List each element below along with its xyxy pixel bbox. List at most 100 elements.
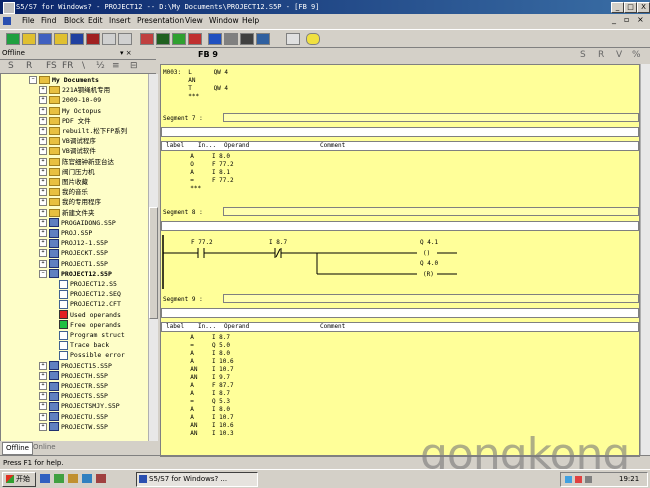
tab-slash[interactable]: \ <box>82 61 85 71</box>
expand-icon[interactable]: + <box>39 86 47 95</box>
tree-item[interactable]: + PROJECTH.S5P <box>39 371 108 381</box>
mode-v[interactable]: V <box>616 50 622 60</box>
print-icon[interactable] <box>70 33 84 45</box>
expand-icon[interactable]: + <box>39 422 47 431</box>
menu-edit[interactable]: Edit <box>88 16 103 25</box>
expand-icon[interactable]: + <box>39 382 47 390</box>
save-icon[interactable] <box>38 33 52 45</box>
tree-item[interactable]: + 阀门压力机 <box>39 167 95 177</box>
expand-icon[interactable]: + <box>39 229 47 237</box>
balance-icon[interactable] <box>240 33 254 45</box>
tree-item[interactable]: + 图片收藏 <box>39 177 88 187</box>
task-button[interactable]: S5/S7 for Windows? ... <box>136 472 258 487</box>
tree-item[interactable]: + 新建文件夹 <box>39 208 95 218</box>
tree-item[interactable]: + 我的专用程序 <box>39 197 101 207</box>
tree-item[interactable]: − PROJECT12.S5P <box>39 269 112 279</box>
help-icon[interactable] <box>306 33 320 45</box>
expand-icon[interactable]: + <box>39 249 47 258</box>
tab-s[interactable]: S <box>8 61 14 71</box>
tray-volume-icon[interactable] <box>585 476 592 483</box>
tab-half[interactable]: ½ <box>96 61 105 71</box>
expand-icon[interactable]: + <box>39 198 47 207</box>
expand-icon[interactable]: + <box>39 137 47 146</box>
project-tree[interactable]: − My Documents +221A钢绳机专用 +2009-10-09 + My Oc… <box>0 74 149 455</box>
expand-icon[interactable]: + <box>39 127 47 135</box>
tree-item[interactable]: + VB调试软件 <box>39 146 96 156</box>
start-button[interactable]: 开始 <box>2 472 36 487</box>
tab-r[interactable]: R <box>26 61 32 71</box>
cut-icon[interactable] <box>86 33 100 45</box>
menu-insert[interactable]: Insert <box>109 16 131 25</box>
tree-item[interactable]: Free operands <box>59 320 121 330</box>
mdi-close-icon[interactable]: × <box>637 15 644 24</box>
maximize-button[interactable]: □ <box>624 2 637 13</box>
menu-presentation[interactable]: Presentation <box>137 16 184 25</box>
expand-icon[interactable]: + <box>39 402 47 411</box>
tree-item[interactable]: + PROJECTR.S5P <box>39 381 108 391</box>
tab-offline[interactable]: Offline <box>2 442 33 455</box>
tree-item[interactable]: Trace back <box>59 340 109 350</box>
tree-item[interactable]: Used operands <box>59 310 121 320</box>
expand-icon[interactable]: + <box>39 361 47 370</box>
segment-7-title[interactable] <box>223 113 639 122</box>
quicklaunch-folder-icon[interactable] <box>68 474 78 483</box>
tree-item[interactable]: Possible error <box>59 350 125 360</box>
tree-item[interactable]: + PROJECKT.S5P <box>39 248 108 258</box>
menu-block[interactable]: Block <box>64 16 84 25</box>
tab-fs[interactable]: FS <box>46 61 57 71</box>
code-editor[interactable]: M003: L QW 4 AN T QW 4 *** Segment 7 : l… <box>160 64 640 457</box>
paste-icon[interactable] <box>118 33 132 45</box>
tree-item[interactable]: + PROJECTW.S5P <box>39 422 108 432</box>
tree-item[interactable]: + 陈官细钟新亚台达 <box>39 157 114 167</box>
compare-icon[interactable] <box>224 33 238 45</box>
mode-percent[interactable]: % <box>632 50 641 60</box>
tree-item[interactable]: + PROJECT1.S5P <box>39 259 108 269</box>
quicklaunch-ie-icon[interactable] <box>40 474 50 483</box>
quicklaunch-desktop-icon[interactable] <box>54 474 64 483</box>
panel-controls[interactable]: ▾ × <box>120 47 132 59</box>
mode-r[interactable]: R <box>598 50 604 60</box>
transfer-icon[interactable] <box>208 33 222 45</box>
tree-item[interactable]: + PROJECTS.S5P <box>39 391 108 401</box>
mode-s[interactable]: S <box>580 50 586 60</box>
expand-icon[interactable]: + <box>39 412 47 421</box>
expand-icon[interactable]: − <box>39 269 47 278</box>
tab-list[interactable]: ≡ <box>112 61 120 71</box>
tray-app-icon[interactable] <box>575 476 582 483</box>
tree-item[interactable]: + PROJ12-1.S5P <box>39 238 108 248</box>
minimize-button[interactable]: _ <box>611 2 624 13</box>
copy-icon[interactable] <box>102 33 116 45</box>
tree-item[interactable]: + PROJ.S5P <box>39 228 92 238</box>
expand-icon[interactable]: + <box>39 371 47 380</box>
expand-icon[interactable]: + <box>39 167 47 176</box>
expand-icon[interactable]: + <box>39 218 47 227</box>
tab-tree[interactable]: ⊟ <box>130 61 138 71</box>
segment-8-title[interactable] <box>223 207 639 216</box>
expand-icon[interactable]: + <box>39 147 47 156</box>
tree-item[interactable]: + PROJECTU.S5P <box>39 412 108 422</box>
quicklaunch-app-icon[interactable] <box>82 474 92 483</box>
tree-item[interactable]: + VB调试程序 <box>39 136 96 146</box>
folder-icon[interactable] <box>54 33 68 45</box>
tree-item[interactable]: PROJECT12.CFT <box>59 299 121 309</box>
reference-icon[interactable] <box>256 33 270 45</box>
segment-9-comment[interactable] <box>161 308 639 318</box>
doc-icon[interactable] <box>3 17 11 25</box>
expand-icon[interactable]: + <box>39 116 47 125</box>
close-button[interactable]: X <box>637 2 650 13</box>
monitor-icon[interactable] <box>156 33 170 45</box>
expand-icon[interactable]: + <box>39 392 47 401</box>
mail-icon[interactable] <box>286 33 300 45</box>
segment-7-comment[interactable] <box>161 127 639 137</box>
tree-item[interactable]: PROJECT12.SEQ <box>59 289 121 299</box>
menu-window[interactable]: Window <box>209 16 239 25</box>
tree-item[interactable]: +221A钢绳机专用 <box>39 85 110 95</box>
block-tab[interactable]: FB 9 <box>198 50 218 59</box>
menu-file[interactable]: File <box>22 16 35 25</box>
plc-icon[interactable] <box>140 33 154 45</box>
tree-item[interactable]: + PROGAIDONG.S5P <box>39 218 116 228</box>
expand-icon[interactable]: + <box>39 239 47 248</box>
segment-8-comment[interactable] <box>161 221 639 231</box>
menu-find[interactable]: Find <box>41 16 56 25</box>
tab-online[interactable]: Online <box>30 442 59 453</box>
